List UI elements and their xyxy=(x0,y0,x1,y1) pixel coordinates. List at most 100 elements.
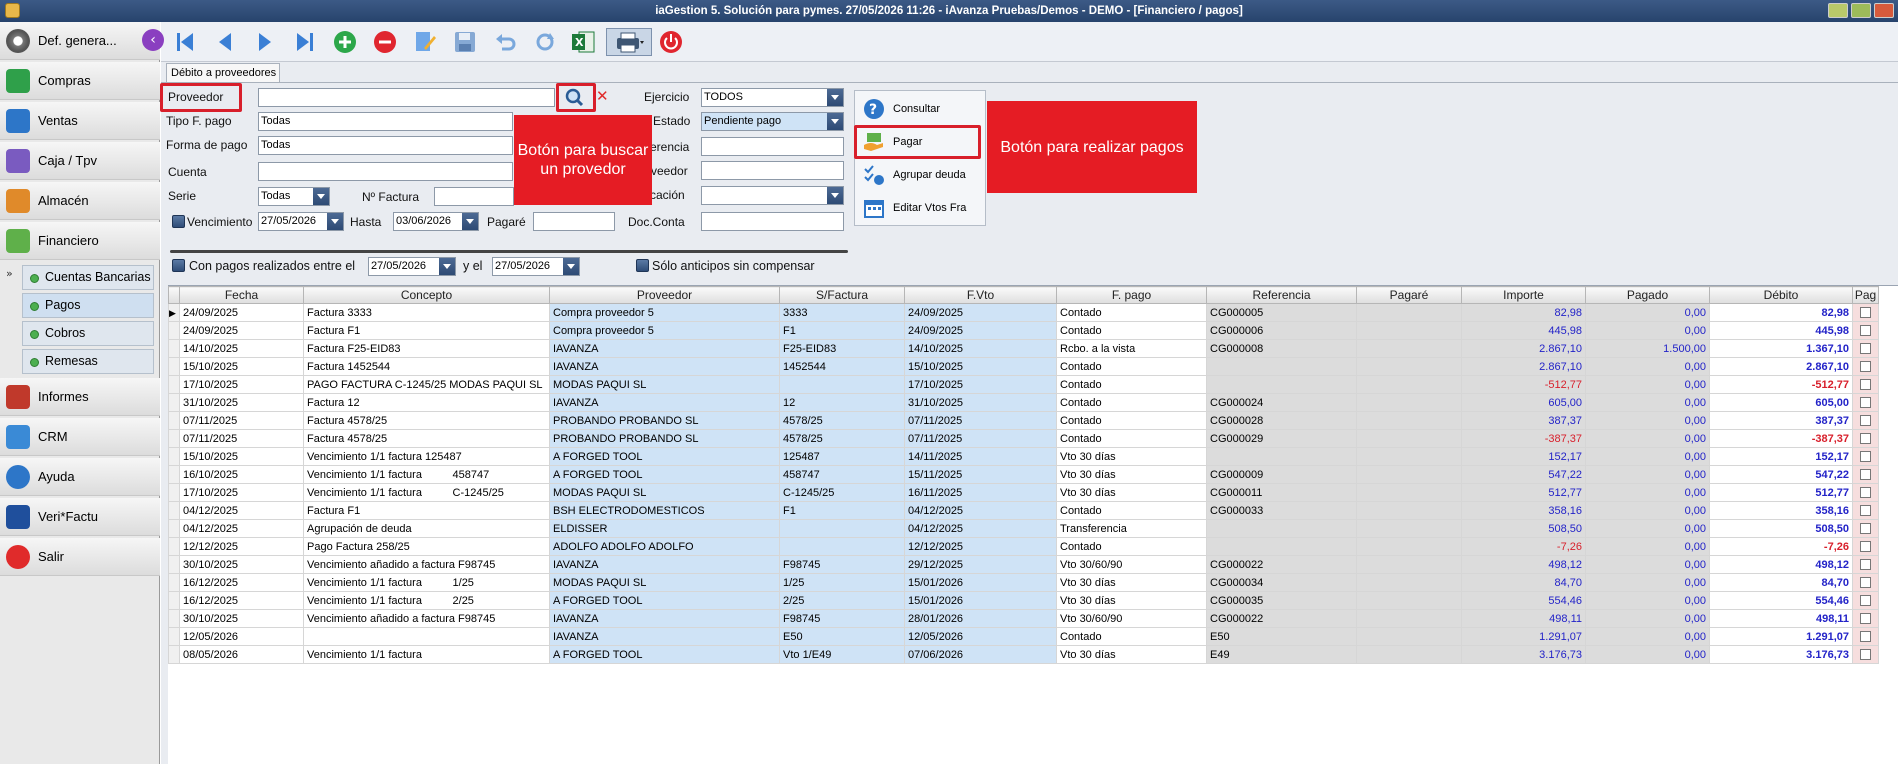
pag-checkbox[interactable] xyxy=(1860,343,1871,355)
pag-checkbox[interactable] xyxy=(1860,433,1871,445)
pag-checkbox-cell[interactable] xyxy=(1852,555,1879,574)
con-pagos-from-date[interactable]: 27/05/2026 xyxy=(368,257,456,276)
table-row[interactable]: 17/10/2025 PAGO FACTURA C-1245/25 MODAS P… xyxy=(168,375,1879,394)
pag-checkbox-cell[interactable] xyxy=(1852,645,1879,664)
pag-checkbox[interactable] xyxy=(1860,523,1871,535)
con-pagos-checkbox[interactable] xyxy=(172,259,185,272)
pag-checkbox[interactable] xyxy=(1860,379,1871,391)
row-selector[interactable] xyxy=(168,573,180,592)
row-selector[interactable] xyxy=(168,537,180,556)
pag-checkbox[interactable] xyxy=(1860,469,1871,481)
pag-checkbox-cell[interactable] xyxy=(1852,375,1879,394)
table-row[interactable]: 07/11/2025 Factura 4578/25 PROBANDO PROBAN… xyxy=(168,429,1879,448)
row-selector[interactable] xyxy=(168,339,180,358)
table-row[interactable]: ▶ 24/09/2025 Factura 3333 Compra proveedor … xyxy=(168,303,1879,322)
last-record-button[interactable] xyxy=(291,28,319,56)
col-header[interactable]: Referencia xyxy=(1206,286,1357,304)
ubicacion-select[interactable] xyxy=(701,186,844,205)
sidebar-item-ventas[interactable]: Ventas xyxy=(0,102,160,140)
sidebar-sub-remesas[interactable]: Remesas xyxy=(22,349,154,374)
pag-checkbox-cell[interactable] xyxy=(1852,447,1879,466)
table-row[interactable]: 04/12/2025 Agrupación de deuda ELDISSER 04/… xyxy=(168,519,1879,538)
pag-checkbox-cell[interactable] xyxy=(1852,483,1879,502)
ejercicio-select[interactable]: TODOS xyxy=(701,88,844,107)
pag-checkbox-cell[interactable] xyxy=(1852,357,1879,376)
clear-proveedor-icon[interactable]: ✕ xyxy=(596,88,610,104)
save-button[interactable] xyxy=(451,28,479,56)
pag-checkbox[interactable] xyxy=(1860,559,1871,571)
exit-button[interactable] xyxy=(657,28,685,56)
tipo-pago-field[interactable]: Todas xyxy=(258,112,513,131)
table-row[interactable]: 24/09/2025 Factura F1 Compra proveedor 5 F1… xyxy=(168,321,1879,340)
add-button[interactable] xyxy=(331,28,359,56)
next-record-button[interactable] xyxy=(251,28,279,56)
sidebar-item-financiero[interactable]: Financiero xyxy=(0,222,160,260)
pag-checkbox[interactable] xyxy=(1860,397,1871,409)
first-record-button[interactable] xyxy=(171,28,199,56)
pag-checkbox[interactable] xyxy=(1860,631,1871,643)
pag-checkbox[interactable] xyxy=(1860,541,1871,553)
table-row[interactable]: 16/12/2025 Vencimiento 1/1 factura 2/25 A … xyxy=(168,591,1879,610)
sidebar-item-crm[interactable]: CRM xyxy=(0,418,160,456)
pag-checkbox-cell[interactable] xyxy=(1852,627,1879,646)
row-selector[interactable] xyxy=(168,411,180,430)
con-pagos-to-date[interactable]: 27/05/2026 xyxy=(492,257,580,276)
pag-checkbox-cell[interactable] xyxy=(1852,339,1879,358)
vencimiento-to-date[interactable]: 03/06/2026 xyxy=(393,212,479,231)
tab-debito-proveedores[interactable]: Débito a proveedores xyxy=(166,63,280,83)
sidebar-item-def-general[interactable]: Def. genera... xyxy=(0,22,160,60)
sidebar-sub-pagos[interactable]: Pagos xyxy=(22,293,154,318)
sidebar-item-caja-tpv[interactable]: Caja / Tpv xyxy=(0,142,160,180)
refresh-button[interactable] xyxy=(531,28,559,56)
table-row[interactable]: 12/05/2026 IAVANZA E50 12/05/2026 Contado E50… xyxy=(168,627,1879,646)
minimize-button[interactable] xyxy=(1828,3,1848,18)
col-header[interactable]: Pagado xyxy=(1585,286,1710,304)
table-row[interactable]: 15/10/2025 Factura 1452544 IAVANZA 1452544 1… xyxy=(168,357,1879,376)
row-selector[interactable] xyxy=(168,483,180,502)
solo-anticipos-checkbox[interactable] xyxy=(636,259,649,272)
pag-checkbox[interactable] xyxy=(1860,361,1871,373)
row-selector[interactable] xyxy=(168,393,180,412)
sidebar-item-informes[interactable]: Informes xyxy=(0,378,160,416)
pag-checkbox[interactable] xyxy=(1860,451,1871,463)
table-row[interactable]: 30/10/2025 Vencimiento añadido a factura … xyxy=(168,609,1879,628)
print-button[interactable] xyxy=(606,28,652,56)
row-selector[interactable] xyxy=(168,609,180,628)
col-header[interactable]: Fecha xyxy=(179,286,304,304)
excel-export-button[interactable]: X xyxy=(569,28,597,56)
sidebar-item-compras[interactable]: Compras xyxy=(0,62,160,100)
pag-checkbox[interactable] xyxy=(1860,325,1871,337)
pag-checkbox[interactable] xyxy=(1860,415,1871,427)
pag-checkbox-cell[interactable] xyxy=(1852,573,1879,592)
col-header[interactable]: Proveedor xyxy=(549,286,780,304)
table-row[interactable]: 31/10/2025 Factura 12 IAVANZA 12 31/10/2025 C… xyxy=(168,393,1879,412)
collapse-sidebar-button[interactable]: ‹ xyxy=(142,29,164,51)
col-header[interactable]: Débito xyxy=(1709,286,1853,304)
pagare-input[interactable] xyxy=(533,212,615,231)
sidebar-item-salir[interactable]: Salir xyxy=(0,538,160,576)
table-row[interactable]: 17/10/2025 Vencimiento 1/1 factura C-1245… xyxy=(168,483,1879,502)
row-selector[interactable] xyxy=(168,375,180,394)
pag-checkbox-cell[interactable] xyxy=(1852,411,1879,430)
pag-checkbox-cell[interactable] xyxy=(1852,465,1879,484)
sidebar-item-ayuda[interactable]: Ayuda xyxy=(0,458,160,496)
table-row[interactable]: 16/10/2025 Vencimiento 1/1 factura 458747… xyxy=(168,465,1879,484)
row-selector[interactable] xyxy=(168,645,180,664)
agrupar-deuda-button[interactable]: Agrupar deuda xyxy=(859,160,983,190)
pag-checkbox-cell[interactable] xyxy=(1852,321,1879,340)
forma-pago-field[interactable]: Todas xyxy=(258,136,513,155)
col-header[interactable]: F.Vto xyxy=(904,286,1057,304)
pag-checkbox-cell[interactable] xyxy=(1852,393,1879,412)
col-header[interactable]: Concepto xyxy=(303,286,550,304)
pag-checkbox[interactable] xyxy=(1860,577,1871,589)
sidebar-sub-cobros[interactable]: Cobros xyxy=(22,321,154,346)
collapse-icon[interactable]: » xyxy=(6,267,13,280)
table-row[interactable]: 12/12/2025 Pago Factura 258/25 ADOLFO ADOL… xyxy=(168,537,1879,556)
table-row[interactable]: 16/12/2025 Vencimiento 1/1 factura 1/25 MO… xyxy=(168,573,1879,592)
consultar-button[interactable]: ? Consultar xyxy=(859,94,983,124)
pag-checkbox-cell[interactable] xyxy=(1852,501,1879,520)
undo-button[interactable] xyxy=(491,28,519,56)
pag-checkbox-cell[interactable] xyxy=(1852,609,1879,628)
row-selector[interactable] xyxy=(168,465,180,484)
sidebar-sub-cuentas-bancarias[interactable]: Cuentas Bancarias xyxy=(22,265,154,290)
